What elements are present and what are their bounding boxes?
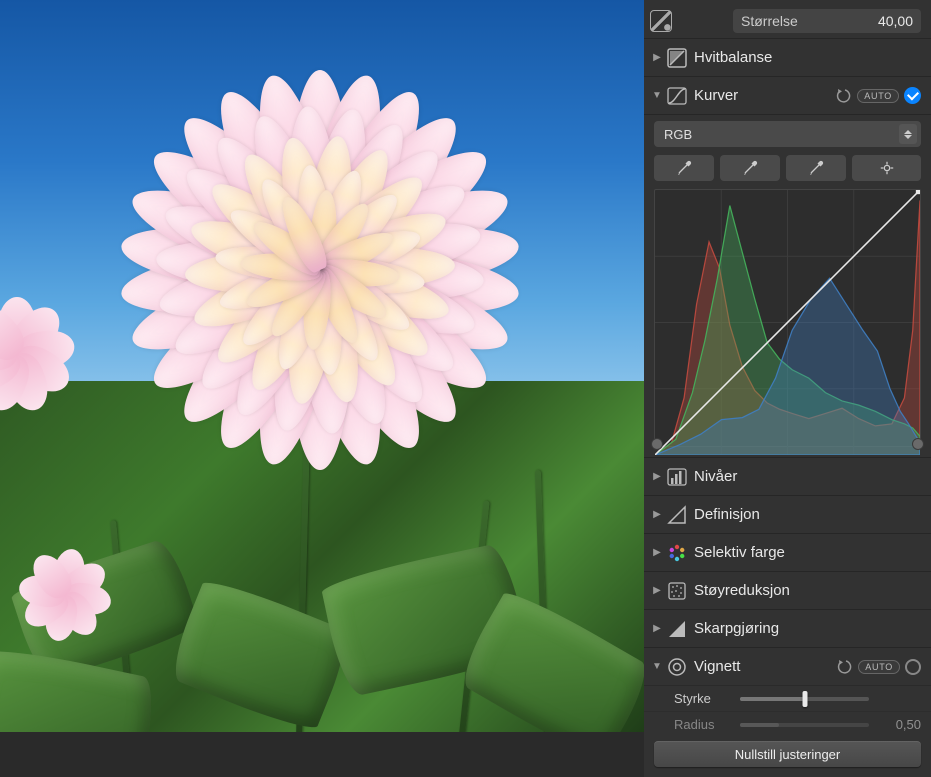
vignette-auto-button[interactable]: AUTO — [858, 660, 900, 674]
vignette-strength-label: Styrke — [674, 691, 732, 706]
photo-canvas[interactable] — [0, 0, 644, 777]
eyedropper-white-button[interactable] — [786, 155, 846, 181]
curves-white-handle[interactable] — [912, 438, 924, 450]
chevron-right-icon: ▶ — [650, 51, 664, 65]
vignette-label: Vignett — [694, 658, 837, 675]
selective-color-label: Selektiv farge — [694, 544, 921, 561]
vignette-enable-toggle[interactable] — [905, 659, 921, 675]
whitebalance-icon — [666, 47, 688, 69]
edited-photo — [0, 0, 644, 732]
chevron-right-icon: ▶ — [650, 546, 664, 560]
levels-icon — [666, 466, 688, 488]
noise-label: Støyreduksjon — [694, 582, 921, 599]
curves-channel-value: RGB — [664, 127, 692, 142]
curves-label: Kurver — [694, 87, 836, 104]
definition-label: Definisjon — [694, 506, 921, 523]
sharpen-icon — [666, 618, 688, 640]
chevron-right-icon: ▶ — [650, 470, 664, 484]
section-selective-color[interactable]: ▶ Selektiv farge — [644, 533, 931, 571]
eyedropper-black-button[interactable] — [654, 155, 714, 181]
section-sharpen[interactable]: ▶ Skarpgjøring — [644, 609, 931, 647]
curves-auto-button[interactable]: AUTO — [857, 89, 899, 103]
reset-adjustments-button[interactable]: Nullstill justeringer — [654, 741, 921, 767]
curves-reset-icon[interactable] — [836, 88, 852, 104]
chevron-right-icon: ▶ — [650, 584, 664, 598]
chevron-right-icon: ▶ — [650, 508, 664, 522]
vignette-radius-value: 0,50 — [877, 717, 921, 732]
retouch-size-value: 40,00 — [878, 13, 913, 29]
section-noise[interactable]: ▶ Støyreduksjon — [644, 571, 931, 609]
vignette-radius-row: Radius 0,50 — [644, 711, 931, 733]
curves-enable-toggle[interactable] — [904, 87, 921, 104]
vignette-strength-row: Styrke — [644, 685, 931, 711]
vignette-strength-slider[interactable] — [740, 690, 869, 708]
chevron-down-icon: ▼ — [650, 660, 664, 674]
adjustments-panel: Størrelse 40,00 ▶ Hvitbalanse ▼ Kurver — [644, 0, 931, 777]
vignette-reset-icon[interactable] — [837, 659, 853, 675]
chevron-right-icon: ▶ — [650, 622, 664, 636]
noise-icon — [666, 580, 688, 602]
selective-color-icon — [666, 542, 688, 564]
curves-icon — [666, 85, 688, 107]
chevron-down-icon: ▼ — [650, 89, 664, 103]
curves-channel-select[interactable]: RGB — [654, 121, 921, 147]
whitebalance-label: Hvitbalanse — [694, 49, 921, 66]
retouch-icon — [650, 10, 672, 32]
curves-add-point-button[interactable] — [852, 155, 921, 181]
section-vignette[interactable]: ▼ Vignett AUTO — [644, 647, 931, 685]
levels-label: Nivåer — [694, 468, 921, 485]
retouch-size-label: Størrelse — [741, 13, 798, 29]
vignette-radius-label: Radius — [674, 717, 732, 732]
vignette-icon — [666, 656, 688, 678]
select-arrows-icon — [899, 124, 917, 144]
section-curves[interactable]: ▼ Kurver AUTO — [644, 76, 931, 114]
section-levels[interactable]: ▶ Nivåer — [644, 457, 931, 495]
eyedropper-gray-button[interactable] — [720, 155, 780, 181]
retouch-size-field[interactable]: Størrelse 40,00 — [733, 9, 921, 33]
vignette-radius-slider[interactable] — [740, 716, 869, 734]
section-whitebalance[interactable]: ▶ Hvitbalanse — [644, 38, 931, 76]
reset-adjustments-label: Nullstill justeringer — [735, 747, 840, 762]
sharpen-label: Skarpgjøring — [694, 620, 921, 637]
definition-icon — [666, 504, 688, 526]
curves-black-handle[interactable] — [651, 438, 663, 450]
curves-histogram[interactable] — [654, 189, 921, 447]
retouch-size-row: Størrelse 40,00 — [644, 0, 931, 38]
section-definition[interactable]: ▶ Definisjon — [644, 495, 931, 533]
curves-controls: RGB — [644, 114, 931, 457]
